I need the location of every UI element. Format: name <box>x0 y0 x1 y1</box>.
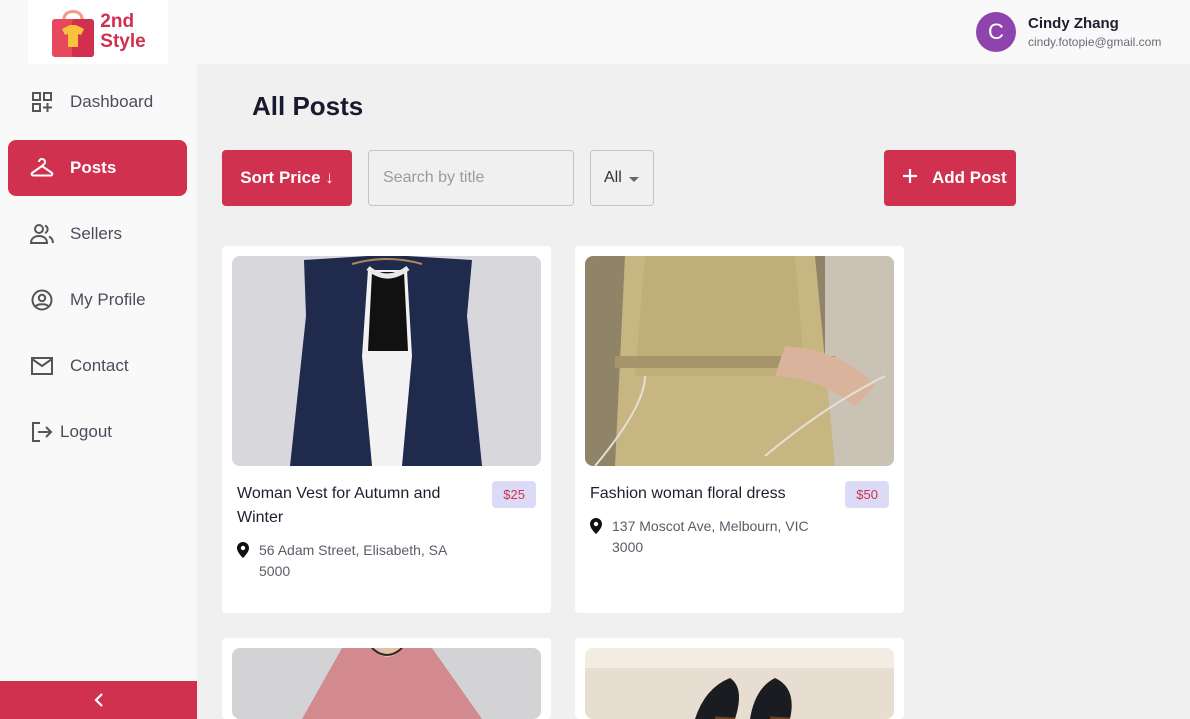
nav-label: Dashboard <box>70 92 154 111</box>
price-badge: $25 <box>492 481 536 508</box>
avatar[interactable]: C <box>976 12 1016 52</box>
search-input[interactable] <box>368 150 574 206</box>
brand-logo[interactable]: 2nd Style <box>28 0 168 64</box>
filter-value: All <box>604 169 622 186</box>
category-filter-select[interactable]: All <box>590 150 654 206</box>
nav-item-contact[interactable]: Contact <box>8 338 187 394</box>
nav-item-my-profile[interactable]: My Profile <box>8 272 187 328</box>
top-bar: C Cindy Zhang cindy.fotopie@gmail.com <box>197 0 1190 64</box>
nav-label: Sellers <box>70 224 122 243</box>
nav-label: Posts <box>70 158 117 177</box>
location-pin-icon <box>237 540 259 582</box>
logout-icon <box>30 420 54 444</box>
dashboard-icon <box>30 90 54 114</box>
post-card[interactable] <box>575 638 904 719</box>
brand-line-1: 2nd <box>100 11 135 32</box>
caret-down-icon <box>629 177 639 182</box>
nav-label: My Profile <box>70 290 146 309</box>
nav-item-posts[interactable]: Posts <box>8 140 187 196</box>
people-icon <box>30 222 54 246</box>
nav-item-dashboard[interactable]: Dashboard <box>8 74 187 130</box>
post-address: 137 Moscot Ave, Melbourn, VIC 3000 <box>612 518 809 555</box>
chevron-left-icon <box>93 693 103 707</box>
hanger-icon <box>30 156 54 180</box>
post-title[interactable]: Woman Vest for Autumn and Winter <box>237 482 477 530</box>
post-card[interactable]: Fashion woman floral dress $50 137 Mosco… <box>575 246 904 613</box>
post-address: 56 Adam Street, Elisabeth, SA 5000 <box>259 542 447 579</box>
post-image[interactable] <box>585 648 894 719</box>
collapse-sidebar-button[interactable] <box>0 681 197 719</box>
add-post-label: Add Post <box>932 168 1007 187</box>
brand-text: 2nd Style <box>100 12 145 52</box>
nav-item-logout[interactable]: Logout <box>8 404 187 460</box>
post-card[interactable]: Woman Vest for Autumn and Winter $25 56 … <box>222 246 551 613</box>
post-location: 56 Adam Street, Elisabeth, SA 5000 <box>237 540 477 582</box>
sort-price-button[interactable]: Sort Price ↓ <box>222 150 352 206</box>
user-name: Cindy Zhang <box>1028 15 1119 32</box>
shopping-bag-logo-icon <box>52 10 95 57</box>
price-badge: $50 <box>845 481 889 508</box>
plus-icon <box>903 169 917 183</box>
post-location: 137 Moscot Ave, Melbourn, VIC 3000 <box>590 516 830 558</box>
post-image[interactable] <box>232 256 541 466</box>
brand-line-2: Style <box>100 31 146 52</box>
mail-icon <box>30 354 54 378</box>
nav-label: Logout <box>60 422 112 441</box>
post-title[interactable]: Fashion woman floral dress <box>590 482 830 506</box>
user-email: cindy.fotopie@gmail.com <box>1028 35 1162 49</box>
add-post-button[interactable]: Add Post <box>884 150 1016 206</box>
page-title: All Posts <box>252 91 364 121</box>
nav-item-sellers[interactable]: Sellers <box>8 206 187 262</box>
post-image[interactable] <box>585 256 894 466</box>
sidebar: 2nd Style Dashboard Posts Sellers My Pro… <box>0 0 197 719</box>
nav-label: Contact <box>70 356 129 375</box>
main-content: All Posts Sort Price ↓ All Add Post Woma… <box>197 64 1190 719</box>
post-card[interactable] <box>222 638 551 719</box>
account-circle-icon <box>30 288 54 312</box>
location-pin-icon <box>590 516 612 558</box>
post-image[interactable] <box>232 648 541 719</box>
